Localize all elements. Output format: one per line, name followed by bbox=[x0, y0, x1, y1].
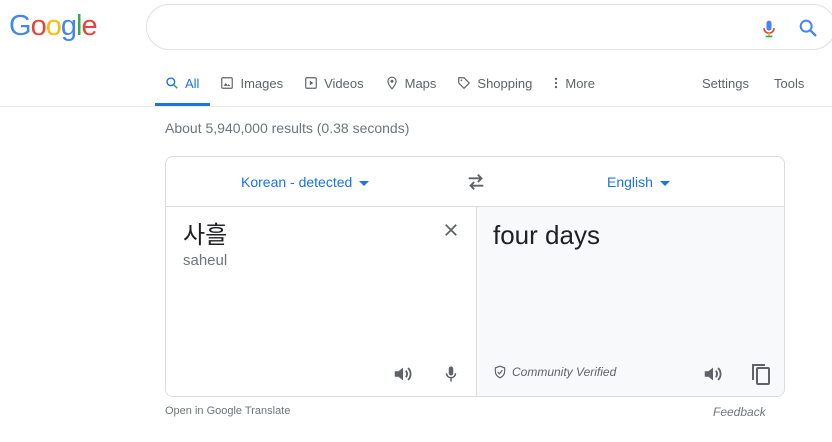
tools-link[interactable]: Tools bbox=[774, 62, 804, 104]
tab-label: Videos bbox=[324, 75, 364, 91]
source-language-select[interactable]: Korean - detected bbox=[241, 174, 370, 190]
tab-label: Shopping bbox=[477, 75, 533, 91]
target-language-select[interactable]: English bbox=[607, 174, 670, 190]
tab-label: Images bbox=[240, 75, 284, 91]
speaker-icon[interactable] bbox=[392, 363, 414, 385]
header-divider bbox=[0, 106, 832, 107]
search-icon[interactable] bbox=[797, 17, 819, 39]
video-icon bbox=[305, 77, 317, 89]
search-tabs: All Images Videos Maps Shopping More bbox=[155, 62, 606, 106]
translate-card: Korean - detected English 사흘 saheul four… bbox=[165, 156, 785, 397]
tab-more[interactable]: More bbox=[543, 62, 606, 104]
logo-letter: g bbox=[60, 10, 77, 42]
tab-images[interactable]: Images bbox=[210, 62, 294, 104]
source-text[interactable]: 사흘 bbox=[183, 215, 227, 250]
logo-letter: o bbox=[45, 10, 62, 42]
mic-icon[interactable] bbox=[759, 17, 779, 41]
tab-label: All bbox=[185, 75, 200, 91]
tab-maps[interactable]: Maps bbox=[375, 62, 448, 104]
tab-all[interactable]: All bbox=[155, 62, 211, 106]
community-verified: Community Verified bbox=[493, 365, 616, 379]
source-pane: 사흘 saheul bbox=[166, 207, 476, 396]
logo-letter: o bbox=[30, 10, 47, 42]
speaker-icon[interactable] bbox=[702, 363, 724, 385]
copy-icon[interactable] bbox=[749, 361, 773, 387]
verified-label: Community Verified bbox=[512, 365, 617, 379]
logo-letter: e bbox=[81, 10, 97, 42]
more-vert-icon bbox=[555, 77, 558, 89]
google-logo[interactable]: Google bbox=[9, 10, 98, 43]
search-input[interactable] bbox=[167, 13, 747, 41]
chevron-down-icon bbox=[359, 180, 370, 186]
map-pin-icon bbox=[386, 76, 397, 90]
search-icon bbox=[166, 77, 178, 89]
mic-icon[interactable] bbox=[442, 362, 460, 386]
search-box[interactable] bbox=[146, 4, 832, 50]
transliteration: saheul bbox=[183, 252, 228, 269]
image-icon bbox=[221, 77, 234, 89]
tab-shopping[interactable]: Shopping bbox=[447, 62, 543, 104]
target-text: four days bbox=[493, 220, 600, 250]
tab-label: More bbox=[565, 75, 595, 91]
logo-letter: G bbox=[9, 10, 32, 42]
tab-videos[interactable]: Videos bbox=[294, 62, 375, 104]
close-icon[interactable] bbox=[442, 221, 460, 239]
settings-link[interactable]: Settings bbox=[702, 62, 749, 104]
target-language-label: English bbox=[607, 174, 653, 190]
source-language-label: Korean - detected bbox=[241, 174, 353, 190]
result-stats: About 5,940,000 results (0.38 seconds) bbox=[165, 120, 410, 136]
feedback-link[interactable]: Feedback bbox=[713, 405, 766, 419]
target-pane: four days Community Verified bbox=[476, 207, 784, 396]
shield-check-icon bbox=[494, 365, 506, 379]
swap-languages-icon[interactable] bbox=[464, 171, 488, 193]
open-in-translate-link[interactable]: Open in Google Translate bbox=[165, 405, 290, 417]
language-bar: Korean - detected English bbox=[166, 157, 784, 207]
chevron-down-icon bbox=[659, 180, 670, 186]
tag-icon bbox=[458, 77, 471, 90]
tab-label: Maps bbox=[404, 75, 437, 91]
